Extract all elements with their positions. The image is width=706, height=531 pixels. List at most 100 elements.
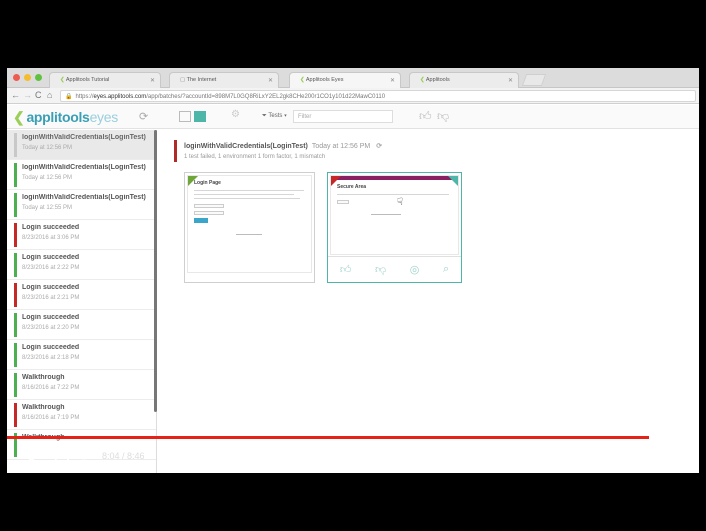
video-frame[interactable]: ❮ Applitools Tutorial ✕ ▢ The Internet ✕…	[7, 68, 699, 473]
url-path: /app/batches/?accountId=898M7L0GQ8RiLxY2…	[146, 94, 386, 100]
list-view-icon[interactable]	[179, 111, 191, 122]
zoom-icon[interactable]: ⌕	[443, 263, 449, 276]
minimize-window-icon[interactable]	[24, 74, 31, 81]
tab-label: Applitools Tutorial	[65, 77, 110, 83]
test-item-date: 8/23/2016 at 2:22 PM	[22, 265, 80, 271]
status-bar	[14, 403, 17, 427]
reload-icon[interactable]: C	[35, 90, 42, 100]
close-tab-icon[interactable]: ✕	[268, 77, 273, 84]
screenshot-heading: Login Page	[194, 180, 221, 186]
placeholder-line	[194, 194, 294, 195]
tab-label: Applitools Eyes	[305, 77, 344, 83]
tests-dropdown-label: Tests	[268, 113, 283, 119]
placeholder-line	[194, 198, 300, 199]
step-screenshot[interactable]: Login Page	[187, 175, 312, 273]
play-icon[interactable]: ▶	[29, 448, 41, 464]
sidebar-test-item[interactable]: Login succeeded 8/23/2016 at 2:21 PM	[7, 280, 156, 310]
logo-text-light: eyes	[89, 109, 119, 125]
step-actions: 👍︎ 👎︎ ◎ ⌕	[328, 256, 461, 282]
refresh-test-icon[interactable]: ⟳	[376, 143, 382, 150]
sidebar-test-item[interactable]: loginWithValidCredentials(LoginTest) Toda…	[7, 130, 156, 160]
test-item-date: Today at 12:56 PM	[22, 145, 73, 151]
sidebar-test-item[interactable]: Login succeeded 8/23/2016 at 3:06 PM	[7, 220, 156, 250]
video-progress-bar[interactable]	[7, 436, 699, 439]
thumbs-down-icon[interactable]: 👎︎	[375, 263, 386, 276]
video-time: 8:04 / 8:46	[102, 451, 145, 461]
fullscreen-icon[interactable]: ⛶	[675, 448, 683, 464]
failed-status-bar	[174, 140, 177, 162]
sidebar-test-item[interactable]: Walkthrough 8/16/2016 at 7:22 PM	[7, 370, 156, 400]
placeholder-button	[194, 218, 208, 223]
test-item-title: Login succeeded	[22, 284, 80, 291]
compare-icon[interactable]: ◎	[410, 263, 420, 276]
sidebar-test-item[interactable]: Login succeeded 8/23/2016 at 2:20 PM	[7, 310, 156, 340]
placeholder-line	[236, 234, 262, 235]
sidebar-scrollbar[interactable]	[154, 130, 157, 412]
tests-dropdown[interactable]: ⏷ Tests ▾	[259, 110, 290, 123]
maximize-window-icon[interactable]	[35, 74, 42, 81]
sidebar-test-item[interactable]: loginWithValidCredentials(LoginTest) Toda…	[7, 160, 156, 190]
filter-input[interactable]: Filter	[293, 110, 393, 123]
thumbs-down-icon[interactable]: 👎︎	[437, 109, 449, 124]
status-bar	[14, 313, 17, 337]
browser-tab-applitools[interactable]: ❮ Applitools ✕	[409, 72, 519, 88]
refresh-icon[interactable]: ⟳	[139, 110, 148, 123]
close-tab-icon[interactable]: ✕	[508, 77, 513, 84]
window-controls	[13, 74, 42, 81]
app-toolbar: ❮ applitoolseyes ⟳ ⚙ ⏷ Tests ▾ Filter 👍︎ …	[7, 105, 699, 129]
browser-tab-applitools-tutorial[interactable]: ❮ Applitools Tutorial ✕	[49, 72, 161, 88]
applitools-eyes-logo[interactable]: ❮ applitoolseyes	[13, 109, 118, 126]
step-card-secure-area[interactable]: Secure Area ☟ 👍︎ 👎︎ ◎ ⌕	[327, 172, 462, 283]
mouse-cursor-icon: ☟	[397, 197, 404, 208]
test-name: loginWithValidCredentials(LoginTest)	[184, 143, 308, 150]
settings-icon[interactable]: ⚙	[231, 109, 240, 120]
funnel-icon: ⏷	[262, 113, 267, 119]
new-tab-button[interactable]	[521, 74, 547, 86]
browser-tab-applitools-eyes[interactable]: ❮ Applitools Eyes ✕	[289, 72, 401, 88]
test-item-date: 8/23/2016 at 2:21 PM	[22, 295, 80, 301]
tab-label: Applitools	[425, 77, 450, 83]
test-item-title: Walkthrough	[22, 404, 65, 411]
back-icon[interactable]: ←	[11, 90, 20, 100]
video-progress-fill	[7, 436, 650, 439]
close-tab-icon[interactable]: ✕	[390, 77, 395, 84]
applitools-favicon-icon: ❮	[300, 77, 305, 83]
thumbs-up-icon[interactable]: 👍︎	[340, 263, 352, 276]
placeholder-line	[194, 190, 304, 191]
close-tab-icon[interactable]: ✕	[150, 77, 155, 84]
status-bar	[14, 373, 17, 397]
step-screenshot[interactable]: Secure Area ☟	[330, 175, 459, 255]
lock-icon: 🔒	[65, 94, 73, 100]
thumbs-up-icon[interactable]: 👍︎	[419, 109, 432, 124]
test-item-title: Login succeeded	[22, 314, 80, 321]
test-item-date: 8/16/2016 at 7:22 PM	[22, 385, 80, 391]
status-bar	[14, 193, 17, 217]
cast-icon[interactable]: ⧉	[647, 448, 656, 464]
grid-view-icon[interactable]	[194, 111, 206, 122]
volume-icon[interactable]: 🔊︎	[79, 448, 87, 464]
test-item-title: Login succeeded	[22, 224, 80, 231]
sidebar-test-item[interactable]: loginWithValidCredentials(LoginTest) Toda…	[7, 190, 156, 220]
applitools-favicon-icon: ❮	[420, 77, 425, 83]
home-icon[interactable]: ⌂	[47, 90, 52, 100]
sidebar-test-item[interactable]: Login succeeded 8/23/2016 at 2:22 PM	[7, 250, 156, 280]
placeholder-line	[371, 214, 401, 215]
browser-tab-the-internet[interactable]: ▢ The Internet ✕	[169, 72, 279, 88]
sidebar-test-item[interactable]: Login succeeded 8/23/2016 at 2:18 PM	[7, 340, 156, 370]
theater-mode-icon[interactable]: ▭	[619, 448, 630, 464]
captions-icon[interactable]: cc	[565, 450, 581, 462]
close-window-icon[interactable]	[13, 74, 20, 81]
tab-label: The Internet	[186, 77, 217, 83]
video-player[interactable]: ❮ Applitools Tutorial ✕ ▢ The Internet ✕…	[0, 0, 706, 531]
next-icon[interactable]: ▶❙	[55, 448, 73, 464]
sidebar-test-item[interactable]: Walkthrough 8/16/2016 at 7:19 PM	[7, 400, 156, 430]
settings-gear-icon[interactable]: ⚙	[593, 448, 605, 464]
step-card-login-page[interactable]: Login Page	[184, 172, 315, 283]
url-field[interactable]: 🔒 https://eyes.applitools.com/app/batches…	[60, 90, 696, 102]
forward-icon[interactable]: →	[23, 90, 32, 100]
test-results-panel: loginWithValidCredentials(LoginTest) Toda…	[158, 130, 699, 473]
browser-tab-bar: ❮ Applitools Tutorial ✕ ▢ The Internet ✕…	[7, 68, 699, 88]
filter-placeholder: Filter	[298, 114, 312, 120]
url-host: eyes.applitools.com	[93, 94, 147, 100]
status-bar	[14, 223, 17, 247]
